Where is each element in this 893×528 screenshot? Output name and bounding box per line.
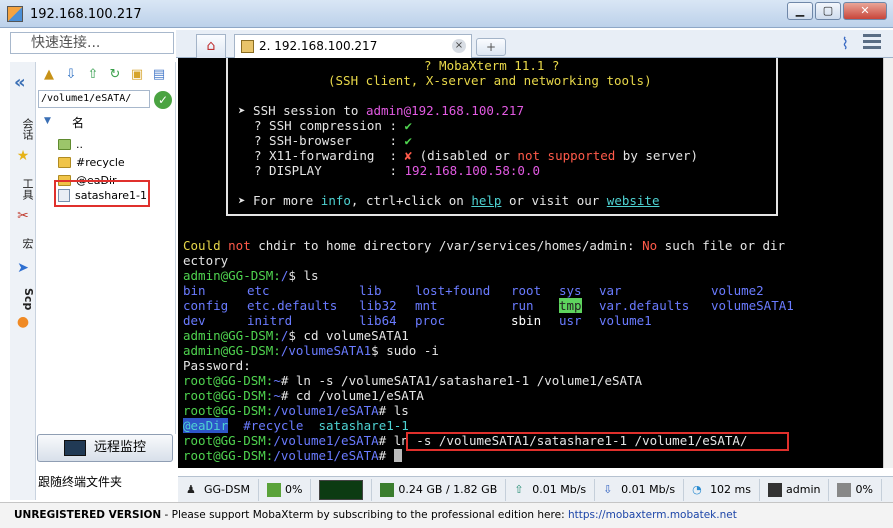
refresh-icon[interactable]: ↻: [106, 66, 124, 84]
monitor-icon: [64, 440, 86, 456]
terminal[interactable]: ? MobaXterm 11.1 ? (SSH client, X-server…: [178, 58, 883, 468]
terminal-line: Could not chdir to home directory /var/s…: [183, 238, 786, 253]
tab-sessions[interactable]: 会话: [13, 118, 35, 140]
new-tab-button[interactable]: +: [476, 38, 506, 56]
status-memory: 0.24 GB / 1.82 GB: [372, 478, 507, 501]
terminal-line: admin@GG-DSM:/$ cd volumeSATA1: [183, 328, 409, 343]
download-icon[interactable]: ⇩: [62, 66, 80, 84]
status-ping: ◔ 102 ms: [684, 478, 761, 501]
status-user: admin: [760, 478, 830, 501]
linux-penguin-icon: ♟: [186, 482, 196, 496]
collapse-sidebar-icon[interactable]: «: [14, 72, 26, 93]
status-download: ⇩ 0.01 Mb/s: [595, 478, 685, 501]
menu-icon[interactable]: [863, 34, 881, 50]
mobaxterm-logo-icon: [7, 6, 23, 22]
status-upload: ⇧ 0.01 Mb/s: [506, 478, 596, 501]
terminal-line: Password:: [183, 358, 251, 373]
window-title: 192.168.100.217: [30, 7, 142, 22]
unregistered-footer: UNREGISTERED VERSION - Please support Mo…: [0, 502, 893, 528]
terminal-line: admin@GG-DSM:/$ ls: [183, 268, 319, 283]
terminal-line: root@GG-DSM:/volume1/eSATA# ls: [183, 403, 409, 418]
quick-connect-input[interactable]: 快速连接...: [10, 32, 174, 54]
terminal-line: ectory: [183, 253, 229, 268]
banner-subtitle: (SSH client, X-server and networking too…: [328, 73, 652, 88]
tab-macros[interactable]: 宏: [13, 238, 35, 249]
tab-label: 2. 192.168.100.217: [259, 39, 378, 53]
welcome-banner: ? MobaXterm 11.1 ? (SSH client, X-server…: [226, 58, 778, 216]
unregistered-label: UNREGISTERED VERSION: [14, 509, 162, 521]
subscribe-link[interactable]: https://mobaxterm.mobatek.net: [568, 509, 737, 521]
window-controls: ▁ ▢ ✕: [787, 2, 887, 20]
sftp-file-panel: ▲ ⇩ ⇧ ↻ ▣ ▤ /volume1/eSATA/ ✓ ▼ 名 .. #re…: [36, 62, 176, 434]
terminal-prompt-line: root@GG-DSM:/volume1/eSATA#: [183, 448, 402, 463]
cpu-graph: [319, 479, 364, 500]
path-input[interactable]: /volume1/eSATA/: [38, 90, 150, 108]
home-tab[interactable]: ⌂: [196, 34, 226, 58]
cpu-icon: [266, 482, 281, 497]
minimize-button[interactable]: ▁: [787, 2, 813, 20]
terminal-line: @eaDir #recycle satashare1-1: [183, 418, 409, 433]
path-ok-icon[interactable]: ✓: [154, 91, 172, 109]
side-tab-strip: « 会话 ★ 工具 ✂ 宏 ➤ Scp ●: [10, 62, 36, 500]
paper-plane-icon: ➤: [17, 260, 29, 276]
close-button[interactable]: ✕: [843, 2, 887, 20]
memory-icon: [380, 482, 395, 497]
tab-sftp[interactable]: Scp: [13, 288, 35, 310]
tab-close-icon[interactable]: ×: [452, 39, 466, 53]
banner-title: ? MobaXterm 11.1 ?: [424, 58, 560, 73]
file-row-recycle[interactable]: #recycle: [58, 154, 125, 171]
tab-tools[interactable]: 工具: [13, 178, 35, 200]
terminal-scrollbar[interactable]: [883, 58, 893, 468]
status-graph: [311, 478, 373, 501]
disk-icon: [837, 482, 852, 497]
clock-icon: ◔: [692, 482, 702, 496]
banner-ssh-line: ➤ SSH session to admin@192.168.100.217: [238, 103, 524, 118]
parent-folder-icon: [58, 139, 71, 150]
banner-browser: ? SSH-browser : ✔: [254, 133, 413, 148]
new-folder-icon[interactable]: ▣: [128, 66, 146, 84]
parent-folder-icon[interactable]: ▲: [40, 66, 58, 84]
terminal-line: root@GG-DSM:~# ln -s /volumeSATA1/satash…: [183, 373, 643, 388]
user-icon: [768, 482, 783, 497]
banner-display: ? DISPLAY : 192.168.100.58:0.0: [254, 163, 540, 178]
highlight-box-command: [406, 432, 789, 451]
status-cpu: 0%: [259, 478, 312, 501]
new-file-icon[interactable]: ▤: [150, 66, 168, 84]
download-arrow-icon: ⇩: [603, 482, 613, 496]
status-disk: 0%: [829, 478, 882, 501]
sftp-globe-icon: ●: [16, 314, 30, 330]
folder-icon: [58, 157, 71, 168]
terminal-line: admin@GG-DSM:/volumeSATA1$ sudo -i: [183, 343, 439, 358]
follow-terminal-folder-checkbox[interactable]: 跟随终端文件夹: [38, 473, 122, 490]
home-icon: ⌂: [206, 38, 216, 54]
title-bar: 192.168.100.217 ▁ ▢ ✕: [0, 0, 893, 28]
banner-compression: ? SSH compression : ✔: [254, 118, 413, 133]
name-column-header[interactable]: ▼ 名: [44, 114, 174, 132]
banner-more: ➤ For more info, ctrl+click on help or v…: [238, 193, 660, 208]
paperclip-icon[interactable]: ⌇: [841, 34, 849, 53]
file-row-parent[interactable]: ..: [58, 136, 83, 153]
tab-bar: ⌂ 2. 192.168.100.217 × + ⌇: [176, 30, 893, 58]
terminal-cursor: [393, 449, 402, 462]
remote-monitoring-button[interactable]: 远程监控: [37, 434, 173, 462]
status-host: ♟ GG-DSM: [178, 478, 259, 501]
help-link[interactable]: help: [471, 193, 501, 208]
website-link[interactable]: website: [607, 193, 660, 208]
sort-arrow-icon: ▼: [44, 116, 51, 126]
tab-session-2[interactable]: 2. 192.168.100.217 ×: [234, 34, 472, 58]
upload-arrow-icon: ⇧: [514, 482, 524, 496]
maximize-button[interactable]: ▢: [815, 2, 841, 20]
ssh-session-icon: [241, 40, 254, 53]
star-icon: ★: [16, 148, 30, 164]
banner-x11: ? X11-forwarding : ✘ (disabled or not su…: [254, 148, 699, 163]
status-bar: ♟ GG-DSM 0% 0.24 GB / 1.82 GB ⇧ 0.01 Mb/s …: [178, 476, 893, 502]
upload-icon[interactable]: ⇧: [84, 66, 102, 84]
tools-icon: ✂: [17, 208, 29, 224]
file-toolbar: ▲ ⇩ ⇧ ↻ ▣ ▤: [40, 66, 168, 88]
highlight-box-file: [54, 180, 150, 207]
terminal-line: root@GG-DSM:~# cd /volume1/eSATA: [183, 388, 424, 403]
